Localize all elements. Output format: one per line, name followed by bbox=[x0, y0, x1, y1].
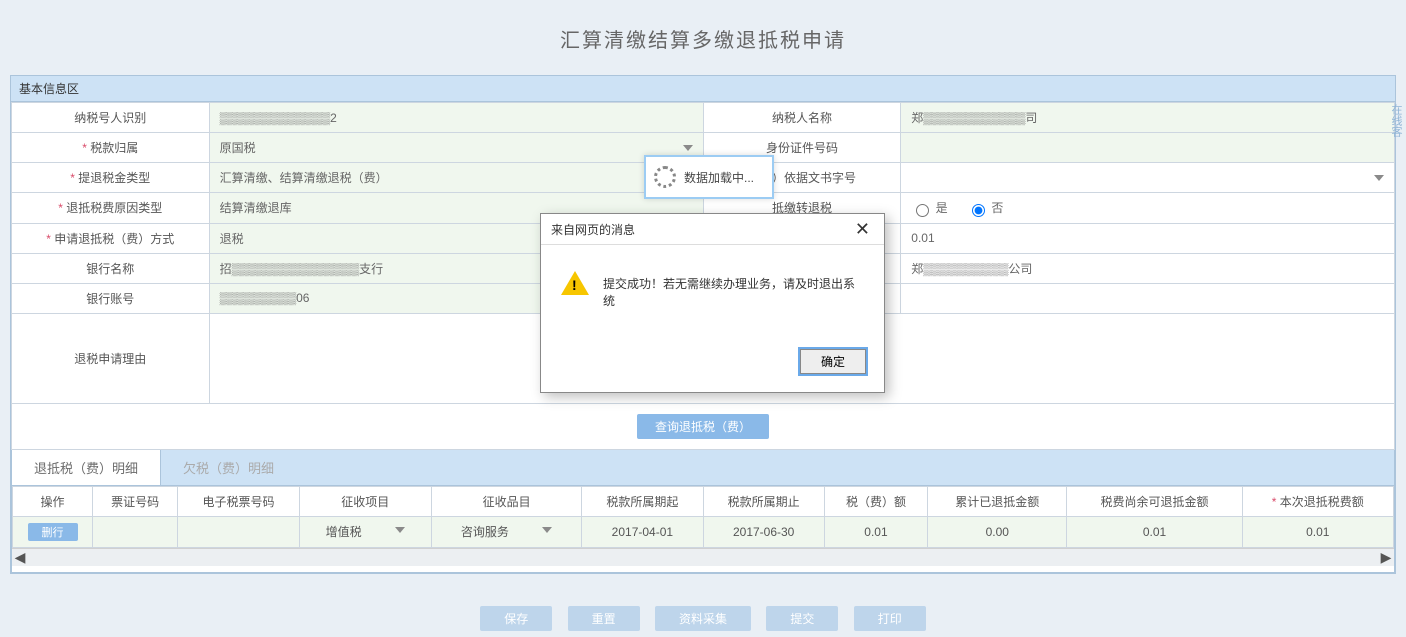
scroll-track[interactable] bbox=[28, 550, 1378, 564]
value-blank bbox=[901, 283, 1395, 313]
message-dialog: 来自网页的消息 ✕ 提交成功！若无需继续办理业务，请及时退出系统 确定 bbox=[540, 213, 885, 393]
value-taxpayer-id: ▒▒▒▒▒▒▒▒▒▒▒▒▒2 bbox=[209, 103, 703, 133]
col-levy-item: 征收项目 bbox=[299, 486, 431, 516]
delete-row-button[interactable]: 删行 bbox=[28, 523, 78, 541]
col-period-to: 税款所属期止 bbox=[703, 486, 824, 516]
label-refund-type: 提退税金类型 bbox=[70, 171, 150, 185]
radio-turn-refund: 是 否 bbox=[901, 193, 1395, 224]
loading-text: 数据加载中... bbox=[684, 169, 754, 186]
detail-tabs: 退抵税（费）明细 欠税（费）明细 bbox=[11, 450, 1395, 486]
tab-refund-detail[interactable]: 退抵税（费）明细 bbox=[12, 450, 161, 485]
value-taxpayer-name: 郑▒▒▒▒▒▒▒▒▒▒▒▒司 bbox=[901, 103, 1395, 133]
col-op: 操作 bbox=[13, 486, 93, 516]
chevron-down-icon bbox=[683, 145, 693, 151]
col-tax-amt: 税（费）额 bbox=[824, 486, 927, 516]
reset-button[interactable]: 重置 bbox=[568, 606, 640, 631]
cell-levy-item[interactable]: 增值税 bbox=[299, 516, 431, 547]
warning-icon bbox=[561, 271, 589, 295]
scroll-left-icon[interactable]: ◀ bbox=[12, 549, 28, 566]
print-button[interactable]: 打印 bbox=[854, 606, 926, 631]
page-title: 汇算清缴结算多缴退抵税申请 bbox=[10, 6, 1396, 75]
detail-panel: 操作 票证号码 电子税票号码 征收项目 征收品目 税款所属期起 税款所属期止 税… bbox=[11, 486, 1395, 573]
detail-table: 操作 票证号码 电子税票号码 征收项目 征收品目 税款所属期起 税款所属期止 税… bbox=[12, 486, 1394, 548]
label-taxpayer-id: 纳税号人识别 bbox=[12, 103, 210, 133]
submit-button[interactable]: 提交 bbox=[766, 606, 838, 631]
cell-cert-no[interactable] bbox=[93, 516, 178, 547]
col-this-refund: 本次退抵税费额 bbox=[1272, 495, 1364, 509]
radio-yes[interactable]: 是 bbox=[911, 201, 947, 215]
col-cert-no: 票证号码 bbox=[93, 486, 178, 516]
label-apply-reason: 退税申请理由 bbox=[12, 313, 210, 403]
label-bank-name: 银行名称 bbox=[12, 253, 210, 283]
query-refund-button[interactable]: 查询退抵税（费） bbox=[637, 414, 769, 439]
save-button[interactable]: 保存 bbox=[480, 606, 552, 631]
select-refund-type[interactable]: 汇算清缴、结算清缴退税（费） bbox=[209, 163, 703, 193]
loading-indicator: 数据加载中... bbox=[644, 155, 774, 199]
value-account-name: 郑▒▒▒▒▒▒▒▒▒▒公司 bbox=[901, 253, 1395, 283]
basic-info-header: 基本信息区 bbox=[11, 76, 1395, 102]
label-apply-method: 申请退抵税（费）方式 bbox=[46, 232, 174, 246]
radio-no[interactable]: 否 bbox=[967, 201, 1003, 215]
label-taxpayer-name: 纳税人名称 bbox=[703, 103, 901, 133]
horizontal-scrollbar[interactable]: ◀ ▶ bbox=[12, 548, 1394, 566]
col-levy-prod: 征收品目 bbox=[431, 486, 581, 516]
col-remaining: 税费尚余可退抵金额 bbox=[1067, 486, 1242, 516]
cell-levy-prod[interactable]: 咨询服务 bbox=[431, 516, 581, 547]
value-id-card[interactable] bbox=[901, 133, 1395, 163]
chevron-down-icon bbox=[395, 527, 405, 533]
cell-this-refund[interactable]: 0.01 bbox=[1242, 516, 1393, 547]
value-apply-amount: 0.01 bbox=[901, 223, 1395, 253]
tab-owed-detail[interactable]: 欠税（费）明细 bbox=[161, 450, 296, 485]
collect-button[interactable]: 资料采集 bbox=[655, 606, 751, 631]
select-doc-no[interactable] bbox=[901, 163, 1395, 193]
cell-period-to: 2017-06-30 bbox=[703, 516, 824, 547]
cell-tax-amt: 0.01 bbox=[824, 516, 927, 547]
side-helper[interactable]: 在线客 bbox=[1386, 100, 1406, 141]
cell-refunded: 0.00 bbox=[928, 516, 1067, 547]
scroll-right-icon[interactable]: ▶ bbox=[1378, 549, 1394, 566]
col-refunded: 累计已退抵金额 bbox=[928, 486, 1067, 516]
label-bank-acct: 银行账号 bbox=[12, 283, 210, 313]
table-row: 删行 增值税 咨询服务 2017-04-01 2017-06-30 0.01 0… bbox=[13, 516, 1394, 547]
dialog-message: 提交成功！若无需继续办理业务，请及时退出系统 bbox=[603, 275, 864, 309]
chevron-down-icon bbox=[1374, 175, 1384, 181]
col-etax-no: 电子税票号码 bbox=[178, 486, 299, 516]
spinner-icon bbox=[654, 166, 676, 188]
cell-remaining: 0.01 bbox=[1067, 516, 1242, 547]
close-icon[interactable]: ✕ bbox=[851, 220, 874, 238]
label-tax-attr: 税款归属 bbox=[82, 141, 138, 155]
dialog-ok-button[interactable]: 确定 bbox=[800, 349, 866, 374]
dialog-title: 来自网页的消息 bbox=[551, 221, 635, 238]
label-reason-type: 退抵税费原因类型 bbox=[58, 201, 162, 215]
cell-period-from: 2017-04-01 bbox=[582, 516, 703, 547]
select-tax-attr[interactable]: 原国税 bbox=[209, 133, 703, 163]
query-bar: 查询退抵税（费） bbox=[11, 404, 1395, 450]
chevron-down-icon bbox=[542, 527, 552, 533]
cell-etax-no[interactable] bbox=[178, 516, 299, 547]
col-period-from: 税款所属期起 bbox=[582, 486, 703, 516]
footer-toolbar: 保存 重置 资料采集 提交 打印 bbox=[10, 582, 1396, 631]
